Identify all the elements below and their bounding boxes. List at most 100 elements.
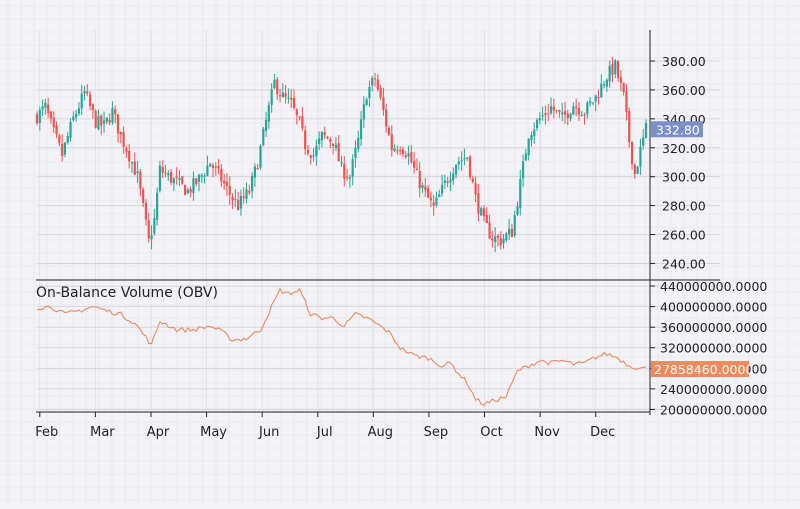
candle-body bbox=[334, 144, 338, 148]
candle-body bbox=[75, 113, 78, 118]
candle-body bbox=[474, 182, 477, 195]
candle-body bbox=[125, 148, 128, 153]
candle-body bbox=[440, 184, 444, 194]
candle-body bbox=[401, 149, 405, 155]
candle-body bbox=[524, 153, 527, 161]
candle-body bbox=[47, 104, 50, 114]
candle-body bbox=[577, 107, 581, 115]
candle-body bbox=[49, 111, 53, 119]
candle-body bbox=[480, 208, 483, 216]
candle-body bbox=[290, 97, 293, 100]
candle-body bbox=[454, 164, 458, 175]
candle-body bbox=[494, 236, 497, 242]
candle-body bbox=[382, 97, 385, 110]
candle-body bbox=[343, 163, 346, 179]
candle-body bbox=[491, 238, 494, 241]
candle-body bbox=[538, 118, 541, 121]
candle-body bbox=[340, 162, 343, 164]
candle-body bbox=[211, 165, 215, 168]
price-axis-labels: 240.00260.00280.00300.00320.00340.00360.… bbox=[650, 54, 706, 271]
candle-body bbox=[387, 127, 391, 135]
candle-body bbox=[421, 185, 424, 189]
candle-body bbox=[169, 172, 173, 183]
candle-body bbox=[86, 91, 89, 94]
candle-body bbox=[264, 119, 268, 131]
candle-body bbox=[301, 116, 304, 129]
candle-body bbox=[505, 233, 508, 241]
candle-body bbox=[80, 93, 83, 109]
candle-body bbox=[144, 202, 148, 220]
time-tick-label: Jul bbox=[316, 425, 333, 440]
candle-body bbox=[172, 178, 175, 184]
candle-body bbox=[262, 128, 265, 146]
candle-body bbox=[482, 208, 486, 216]
candle-body bbox=[619, 77, 622, 83]
candle-body bbox=[102, 120, 106, 124]
candle-body bbox=[544, 113, 547, 116]
candle-body bbox=[541, 115, 544, 117]
candle-body bbox=[533, 129, 536, 137]
candle-body bbox=[488, 222, 491, 239]
candle-body bbox=[357, 137, 360, 149]
candle-body bbox=[295, 109, 298, 115]
obv-line bbox=[36, 287, 647, 407]
candle-body bbox=[306, 150, 310, 154]
candle-body bbox=[600, 83, 603, 98]
candle-body bbox=[130, 162, 134, 164]
candle-body bbox=[287, 97, 290, 99]
candle-body bbox=[379, 88, 382, 98]
candle-body bbox=[457, 161, 460, 165]
candle-body bbox=[161, 166, 164, 173]
candle-body bbox=[206, 165, 209, 176]
candle-body bbox=[270, 89, 273, 105]
candle-body bbox=[332, 143, 335, 146]
candle-body bbox=[181, 176, 184, 184]
candle-body bbox=[100, 115, 103, 126]
candle-body bbox=[413, 161, 416, 168]
candle-body bbox=[452, 173, 455, 181]
candle-body bbox=[309, 155, 312, 159]
candle-body bbox=[35, 114, 39, 124]
candle-body bbox=[371, 77, 374, 86]
candle-body bbox=[376, 79, 379, 90]
candle-body bbox=[639, 146, 642, 167]
obv-tick-label: 240000000.0000 bbox=[660, 382, 767, 397]
candle-body bbox=[72, 116, 75, 121]
candle-body bbox=[128, 150, 131, 162]
candle-body bbox=[432, 202, 435, 206]
obv-tick-label: 440000000.0000 bbox=[660, 279, 767, 294]
candle-body bbox=[281, 92, 284, 98]
candle-body bbox=[443, 180, 446, 183]
candle-body bbox=[424, 186, 427, 191]
time-tick-label: Sep bbox=[424, 425, 449, 440]
candle-body bbox=[273, 79, 276, 89]
candle-body bbox=[312, 155, 315, 157]
candle-body bbox=[239, 195, 243, 209]
candle-body bbox=[510, 229, 514, 237]
chart-container: On-Balance Volume (OBV) 240.00 260.00 280.… bbox=[0, 0, 800, 505]
candle-body bbox=[502, 238, 505, 244]
candle-body bbox=[466, 157, 469, 159]
price-tick-label: 240.00 bbox=[662, 256, 706, 271]
candle-body bbox=[158, 165, 162, 191]
candle-body bbox=[555, 109, 558, 111]
candle-body bbox=[390, 134, 393, 151]
candle-body bbox=[535, 119, 539, 129]
candle-body bbox=[326, 136, 329, 139]
obv-tick-label: 200000000.0000 bbox=[660, 402, 767, 417]
candle-body bbox=[77, 108, 81, 114]
last-value-badges: 332.80 27858460.0000 bbox=[651, 121, 753, 378]
candle-body bbox=[499, 238, 502, 246]
candle-body bbox=[597, 97, 600, 99]
candle-body bbox=[253, 166, 256, 178]
candle-body bbox=[359, 119, 363, 140]
candle-body bbox=[415, 168, 419, 170]
candle-body bbox=[142, 189, 145, 203]
candle-body bbox=[368, 86, 371, 99]
candle-body bbox=[88, 94, 92, 107]
candle-body bbox=[563, 111, 567, 115]
candle-body bbox=[209, 163, 212, 167]
obv-tick-label: 400000000.0000 bbox=[660, 300, 767, 315]
candle-body bbox=[583, 114, 586, 116]
last-obv-label: 27858460.0000 bbox=[654, 362, 753, 377]
